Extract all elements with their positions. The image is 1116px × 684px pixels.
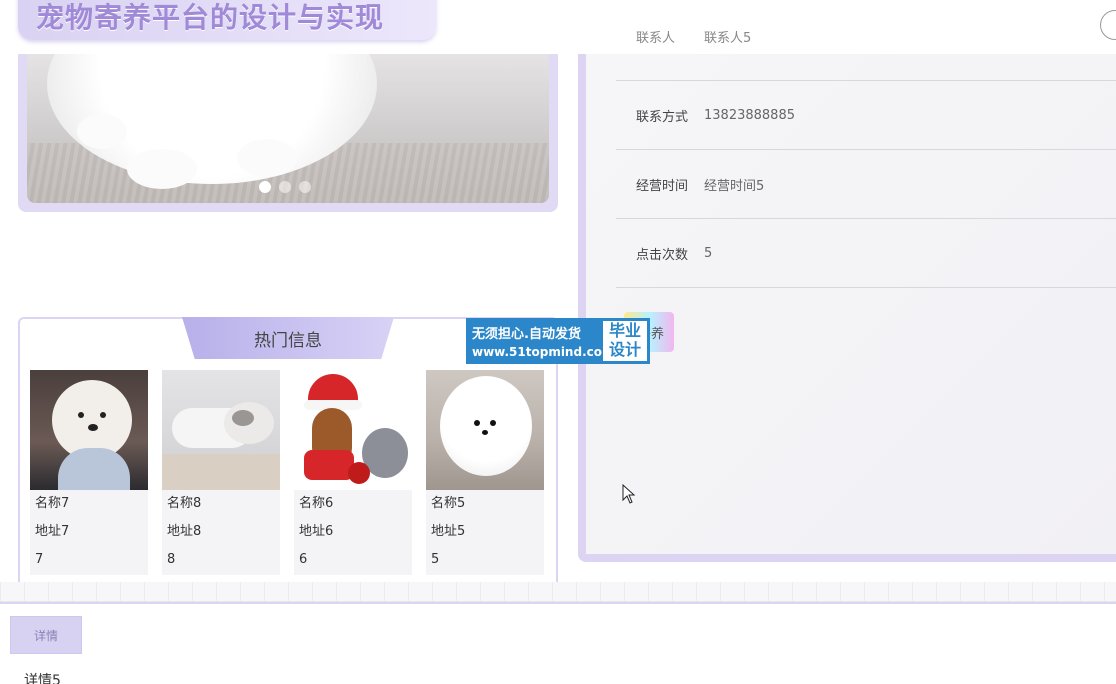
detail-label: 联系方式 bbox=[636, 109, 689, 125]
divider-ruler bbox=[0, 582, 1116, 602]
detail-label: 联系人 bbox=[636, 30, 676, 46]
carousel-dot-3[interactable] bbox=[299, 181, 311, 193]
carousel-dot-2[interactable] bbox=[279, 181, 291, 193]
detail-value: 13823888885 bbox=[704, 107, 795, 123]
pet-photo[interactable] bbox=[162, 370, 280, 490]
card-address: 地址8 bbox=[167, 524, 202, 539]
watermark-line1: 无须担心.自动发货 bbox=[472, 327, 581, 342]
detail-row-clicks: 点击次数 5 bbox=[616, 219, 1116, 288]
watermark-badge: 毕业设计 bbox=[603, 321, 647, 361]
card-name: 名称6 bbox=[299, 496, 334, 511]
detail-row-phone: 联系方式 13823888885 bbox=[616, 81, 1116, 150]
detail-row-contact: 联系人 联系人5 bbox=[616, 12, 1116, 81]
card-address: 地址5 bbox=[431, 524, 466, 539]
detail-value: 联系人5 bbox=[704, 30, 752, 46]
detail-label: 经营时间 bbox=[636, 178, 689, 194]
detail-row-hours: 经营时间 经营时间5 bbox=[616, 150, 1116, 219]
tab-detail-label: 详情 bbox=[33, 628, 58, 643]
carousel-dot-1[interactable] bbox=[259, 181, 271, 193]
carousel-slide-image bbox=[27, 54, 549, 203]
card-name: 名称5 bbox=[431, 496, 466, 511]
detail-value: 5 bbox=[704, 245, 713, 261]
carousel-dots bbox=[259, 181, 311, 193]
site-title-banner: 宠物寄养平台的设计与实现 bbox=[18, 0, 436, 40]
mouse-cursor-icon bbox=[622, 484, 636, 504]
watermark-overlay: 无须担心.自动发货 www.51topmind.com 毕业设计 bbox=[466, 318, 650, 364]
hot-info-title: 热门信息 bbox=[182, 317, 394, 359]
card-count: 6 bbox=[299, 552, 308, 567]
card-address: 地址7 bbox=[35, 524, 70, 539]
card-count: 7 bbox=[35, 552, 44, 567]
pet-photo[interactable] bbox=[426, 370, 544, 490]
detail-value: 经营时间5 bbox=[704, 178, 765, 194]
card-name: 名称7 bbox=[35, 496, 70, 511]
hot-info-card[interactable]: 名称7 地址7 7 bbox=[30, 370, 148, 575]
detail-panel: 联系人 联系人5 联系方式 13823888885 经营时间 经营时间5 点击次… bbox=[578, 31, 1116, 562]
card-count: 5 bbox=[431, 552, 440, 567]
card-name: 名称8 bbox=[167, 496, 202, 511]
site-title: 宠物寄养平台的设计与实现 bbox=[36, 1, 385, 34]
pet-photo[interactable] bbox=[30, 370, 148, 490]
tab-detail[interactable]: 详情 bbox=[10, 616, 82, 654]
image-carousel bbox=[18, 54, 558, 212]
card-count: 8 bbox=[167, 552, 176, 567]
watermark-line2: www.51topmind.com bbox=[472, 345, 615, 359]
hot-info-list: 名称7 地址7 7 名称8 地址8 8 名称6 地址6 6 名称5 地址5 5 bbox=[30, 370, 544, 575]
detail-label: 点击次数 bbox=[636, 247, 689, 263]
bottom-detail-panel: 详情 详情5 bbox=[0, 602, 1116, 684]
hot-info-card[interactable]: 名称8 地址8 8 bbox=[162, 370, 280, 575]
detail-content: 详情5 bbox=[24, 673, 61, 684]
hot-info-card[interactable]: 名称6 地址6 6 bbox=[294, 370, 412, 575]
hot-info-card[interactable]: 名称5 地址5 5 bbox=[426, 370, 544, 575]
pet-photo[interactable] bbox=[294, 370, 412, 490]
card-address: 地址6 bbox=[299, 524, 334, 539]
